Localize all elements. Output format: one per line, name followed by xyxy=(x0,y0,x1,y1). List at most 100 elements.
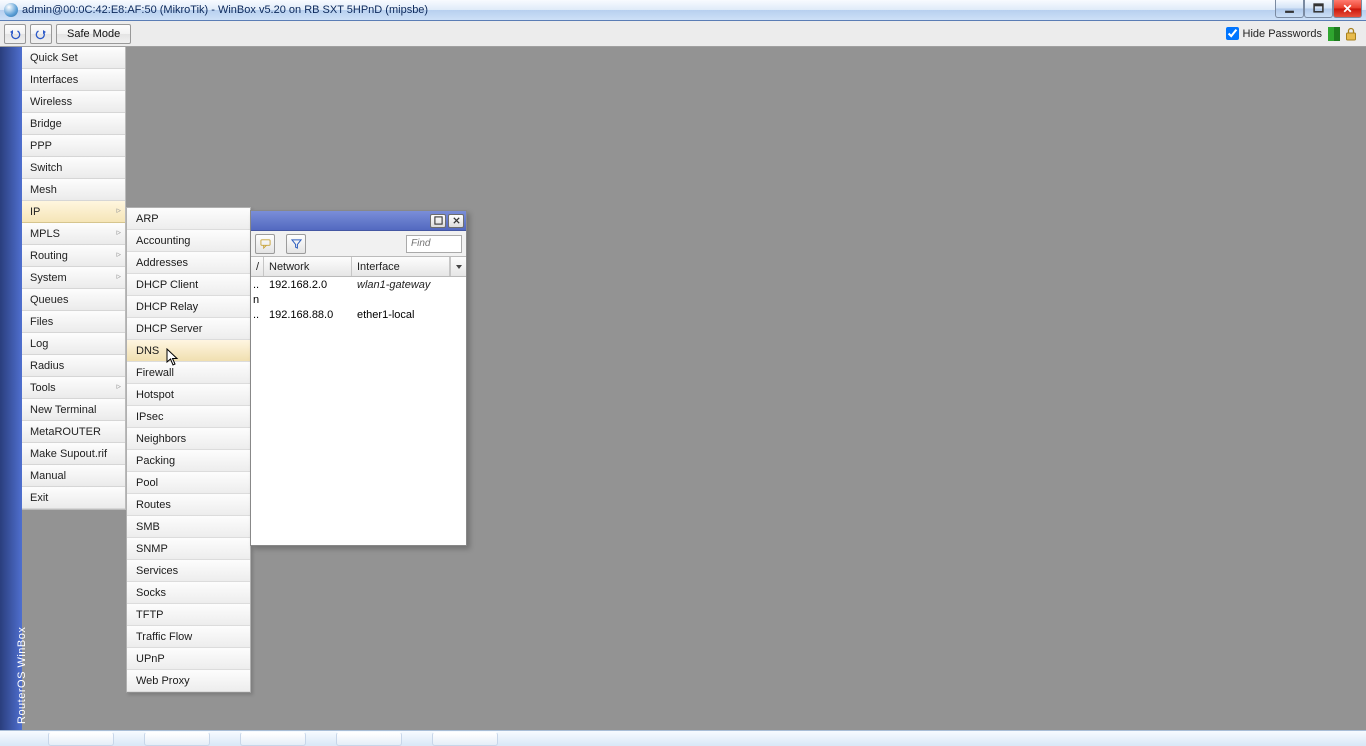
taskbar-item[interactable] xyxy=(240,732,306,746)
ip-submenu: ARPAccountingAddressesDHCP ClientDHCP Re… xyxy=(126,207,251,693)
menu-item-tools[interactable]: Tools▹ xyxy=(22,377,125,399)
minimize-button[interactable] xyxy=(1275,0,1304,18)
table-row[interactable]: n xyxy=(251,292,466,307)
main-menu: Quick SetInterfaces Wireless Bridge PPP Swit… xyxy=(22,47,126,510)
app-toolbar: Safe Mode Hide Passwords xyxy=(0,21,1366,47)
menu-item-ppp[interactable]: PPP xyxy=(22,135,125,157)
cell-flag: .. xyxy=(251,309,264,321)
chevron-right-icon: ▹ xyxy=(116,205,121,216)
menu-item-label: Bridge xyxy=(30,118,62,130)
taskbar-item[interactable] xyxy=(48,732,114,746)
menu-item-label: Log xyxy=(30,338,48,350)
menu-item-label: PPP xyxy=(30,140,52,152)
menu-item-label: MetaROUTER xyxy=(30,426,101,438)
app-icon xyxy=(4,3,18,17)
menu-item-routing[interactable]: Routing▹ xyxy=(22,245,125,267)
menu-item-interfaces[interactable]: Interfaces xyxy=(22,69,125,91)
submenu-item-dns[interactable]: DNS xyxy=(127,340,250,362)
address-list-window: / Network Interface ..192.168.2.0wlan1-g… xyxy=(250,210,467,546)
cell-flag: n xyxy=(251,294,264,306)
menu-item-label: Routing xyxy=(30,250,68,262)
menu-item-label: Switch xyxy=(30,162,62,174)
chevron-right-icon: ▹ xyxy=(116,381,121,392)
cell-interface: wlan1-gateway xyxy=(352,279,466,291)
menu-item-new-terminal[interactable]: New Terminal xyxy=(22,399,125,421)
submenu-item-routes[interactable]: Routes xyxy=(127,494,250,516)
taskbar xyxy=(0,730,1366,746)
menu-item-label: Exit xyxy=(30,492,48,504)
menu-item-log[interactable]: Log xyxy=(22,333,125,355)
hide-passwords-checkbox[interactable]: Hide Passwords xyxy=(1226,27,1322,40)
submenu-item-hotspot[interactable]: Hotspot xyxy=(127,384,250,406)
menu-item-mesh[interactable]: Mesh xyxy=(22,179,125,201)
submenu-item-neighbors[interactable]: Neighbors xyxy=(127,428,250,450)
menu-item-ip[interactable]: IP ▹ xyxy=(22,201,125,223)
menu-item-radius[interactable]: Radius xyxy=(22,355,125,377)
submenu-item-smb[interactable]: SMB xyxy=(127,516,250,538)
menu-item-quick-set[interactable]: Quick Set xyxy=(22,47,125,69)
menu-item-exit[interactable]: Exit xyxy=(22,487,125,509)
submenu-item-tftp[interactable]: TFTP xyxy=(127,604,250,626)
redo-button[interactable] xyxy=(30,24,52,44)
submenu-item-services[interactable]: Services xyxy=(127,560,250,582)
menu-item-mpls[interactable]: MPLS▹ xyxy=(22,223,125,245)
undo-button[interactable] xyxy=(4,24,26,44)
menu-item-manual[interactable]: Manual xyxy=(22,465,125,487)
submenu-item-pool[interactable]: Pool xyxy=(127,472,250,494)
window-close-button[interactable] xyxy=(448,214,464,228)
find-input[interactable] xyxy=(406,235,462,253)
menu-item-bridge[interactable]: Bridge xyxy=(22,113,125,135)
submenu-item-arp[interactable]: ARP xyxy=(127,208,250,230)
submenu-item-traffic-flow[interactable]: Traffic Flow xyxy=(127,626,250,648)
menu-item-system[interactable]: System▹ xyxy=(22,267,125,289)
cell-interface: ether1-local xyxy=(352,309,466,321)
submenu-item-web-proxy[interactable]: Web Proxy xyxy=(127,670,250,692)
window-titlebar: admin@00:0C:42:E8:AF:50 (MikroTik) - Win… xyxy=(0,0,1366,21)
menu-item-label: Make Supout.rif xyxy=(30,448,107,460)
maximize-button[interactable] xyxy=(1304,0,1333,18)
col-network[interactable]: Network xyxy=(264,257,352,276)
columns-dropdown[interactable] xyxy=(450,257,466,276)
col-interface[interactable]: Interface xyxy=(352,257,450,276)
submenu-item-socks[interactable]: Socks xyxy=(127,582,250,604)
submenu-item-dhcp-server[interactable]: DHCP Server xyxy=(127,318,250,340)
submenu-item-packing[interactable]: Packing xyxy=(127,450,250,472)
menu-item-label: Wireless xyxy=(30,96,72,108)
submenu-item-dhcp-client[interactable]: DHCP Client xyxy=(127,274,250,296)
taskbar-item[interactable] xyxy=(336,732,402,746)
menu-item-wireless[interactable]: Wireless xyxy=(22,91,125,113)
table-row[interactable]: ..192.168.88.0ether1-local xyxy=(251,307,466,322)
submenu-item-accounting[interactable]: Accounting xyxy=(127,230,250,252)
menu-item-files[interactable]: Files xyxy=(22,311,125,333)
menu-item-label: Radius xyxy=(30,360,64,372)
chevron-right-icon: ▹ xyxy=(116,227,121,238)
menu-item-label: System xyxy=(30,272,67,284)
comment-button[interactable] xyxy=(255,234,275,254)
taskbar-item[interactable] xyxy=(144,732,210,746)
submenu-item-ipsec[interactable]: IPsec xyxy=(127,406,250,428)
address-list-titlebar[interactable] xyxy=(251,211,466,231)
menu-item-switch[interactable]: Switch xyxy=(22,157,125,179)
safe-mode-button[interactable]: Safe Mode xyxy=(56,24,131,44)
filter-button[interactable] xyxy=(286,234,306,254)
taskbar-item[interactable] xyxy=(432,732,498,746)
window-restore-button[interactable] xyxy=(430,214,446,228)
menu-item-make-supout-rif[interactable]: Make Supout.rif xyxy=(22,443,125,465)
menu-item-label: Manual xyxy=(30,470,66,482)
table-row[interactable]: ..192.168.2.0wlan1-gateway xyxy=(251,277,466,292)
menu-item-queues[interactable]: Queues xyxy=(22,289,125,311)
cell-network: 192.168.88.0 xyxy=(264,309,352,321)
col-address[interactable]: / xyxy=(251,257,264,276)
submenu-item-snmp[interactable]: SNMP xyxy=(127,538,250,560)
menu-item-label: IP xyxy=(30,206,40,218)
submenu-item-firewall[interactable]: Firewall xyxy=(127,362,250,384)
hide-passwords-label: Hide Passwords xyxy=(1243,28,1322,40)
window-controls xyxy=(1275,0,1362,18)
submenu-item-dhcp-relay[interactable]: DHCP Relay xyxy=(127,296,250,318)
address-list-header: / Network Interface xyxy=(251,257,466,277)
submenu-item-upnp[interactable]: UPnP xyxy=(127,648,250,670)
submenu-item-addresses[interactable]: Addresses xyxy=(127,252,250,274)
address-list-body: ..192.168.2.0wlan1-gateway n..192.168.88.… xyxy=(251,277,466,322)
menu-item-metarouter[interactable]: MetaROUTER xyxy=(22,421,125,443)
close-button[interactable] xyxy=(1333,0,1362,18)
